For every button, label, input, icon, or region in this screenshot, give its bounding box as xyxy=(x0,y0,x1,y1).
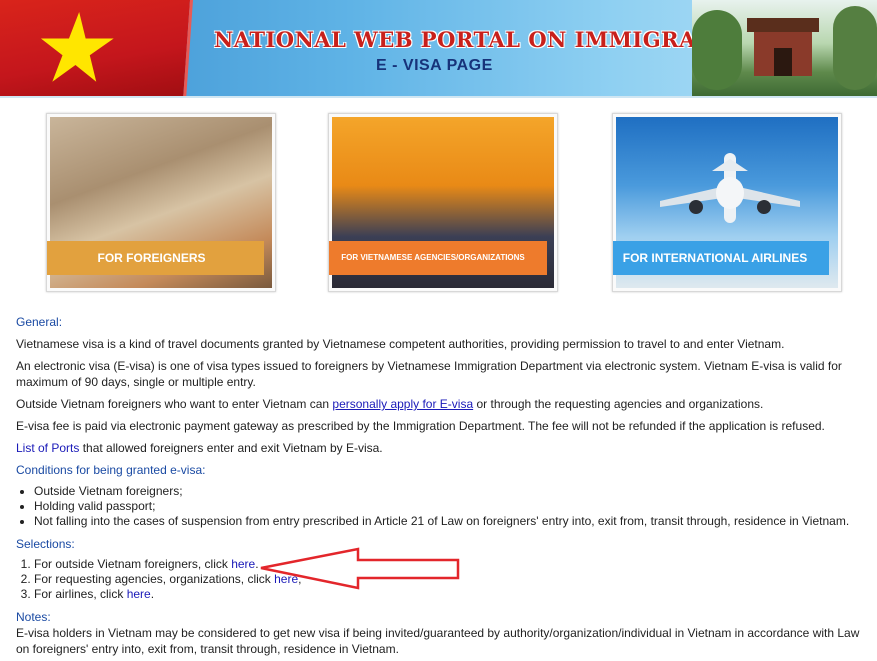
main-content: General: Vietnamese visa is a kind of tr… xyxy=(16,314,866,657)
star-icon xyxy=(40,12,114,82)
header-banner: NATIONAL WEB PORTAL ON IMMIGRATION E - V… xyxy=(0,0,877,98)
temple-image xyxy=(692,0,877,96)
airplane-icon xyxy=(660,153,800,223)
general-heading: General: xyxy=(16,315,63,329)
list-item: Outside Vietnam foreigners; xyxy=(34,484,866,499)
general-p5: List of Ports that allowed foreigners en… xyxy=(16,441,383,455)
vietnam-flag xyxy=(0,0,193,96)
apply-evisa-link[interactable]: personally apply for E-visa xyxy=(332,397,473,411)
list-of-ports-link[interactable]: List of Ports xyxy=(16,441,79,455)
notes-text: E-visa holders in Vietnam may be conside… xyxy=(16,626,860,656)
tile-foreigners[interactable]: FOR FOREIGNERS xyxy=(46,113,276,292)
general-p4: E-visa fee is paid via electronic paymen… xyxy=(16,419,825,433)
tile-agencies[interactable]: FOR VIETNAMESE AGENCIES/ORGANIZATIONS xyxy=(328,113,558,292)
airlines-here-link[interactable]: here xyxy=(127,587,151,601)
conditions-list: Outside Vietnam foreigners; Holding vali… xyxy=(16,484,866,529)
list-item: Holding valid passport; xyxy=(34,499,866,514)
general-p2: An electronic visa (E-visa) is one of vi… xyxy=(16,359,842,389)
portal-title: NATIONAL WEB PORTAL ON IMMIGRATION xyxy=(214,27,760,52)
red-arrow-annotation xyxy=(260,547,460,590)
conditions-heading: Conditions for being granted e-visa: xyxy=(16,463,206,477)
tile-airlines[interactable]: FOR INTERNATIONAL AIRLINES xyxy=(612,113,842,292)
general-p3: Outside Vietnam foreigners who want to e… xyxy=(16,397,764,411)
notes-heading: Notes: xyxy=(16,610,51,624)
general-p1: Vietnamese visa is a kind of travel docu… xyxy=(16,337,785,351)
foreigners-here-link[interactable]: here xyxy=(231,557,255,571)
tile-airlines-label[interactable]: FOR INTERNATIONAL AIRLINES xyxy=(613,241,829,275)
tile-agencies-label[interactable]: FOR VIETNAMESE AGENCIES/ORGANIZATIONS xyxy=(329,241,547,275)
list-item: Not falling into the cases of suspension… xyxy=(34,514,866,529)
tile-foreigners-label[interactable]: FOR FOREIGNERS xyxy=(47,241,264,275)
page-subtitle: E - VISA PAGE xyxy=(376,57,493,74)
